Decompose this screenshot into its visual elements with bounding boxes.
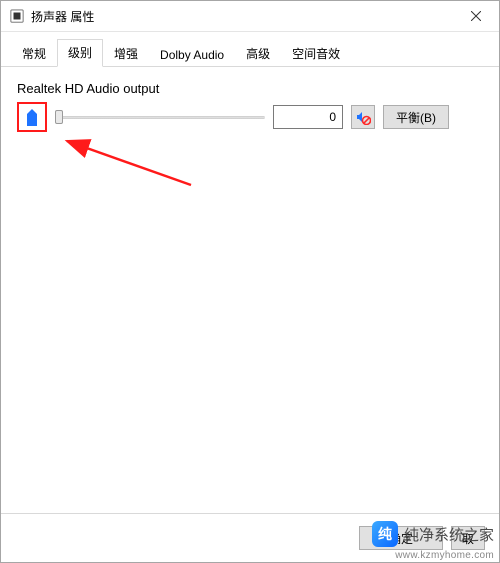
slider-thumb[interactable]	[55, 110, 63, 124]
volume-row: 平衡(B)	[17, 102, 483, 132]
mute-button[interactable]	[351, 105, 375, 129]
tab-general[interactable]: 常规	[11, 40, 57, 67]
tab-spatial-sound[interactable]: 空间音效	[281, 40, 351, 67]
volume-slider[interactable]	[55, 108, 265, 126]
tab-levels[interactable]: 级别	[57, 39, 103, 67]
tab-advanced[interactable]: 高级	[235, 40, 281, 67]
close-icon	[471, 11, 481, 21]
balance-button[interactable]: 平衡(B)	[383, 105, 449, 129]
tab-strip: 常规 级别 增强 Dolby Audio 高级 空间音效	[1, 32, 499, 67]
speaker-icon	[24, 108, 40, 126]
annotation-arrow	[61, 137, 201, 197]
ok-button[interactable]: 确定	[359, 526, 443, 550]
window-title: 扬声器 属性	[31, 8, 453, 25]
dialog-button-bar: 确定 取	[1, 513, 499, 562]
tab-enhancements[interactable]: 增强	[103, 40, 149, 67]
titlebar: 扬声器 属性	[1, 1, 499, 32]
slider-rail	[55, 116, 265, 119]
cancel-button[interactable]: 取	[451, 526, 485, 550]
properties-dialog: 扬声器 属性 常规 级别 增强 Dolby Audio 高级 空间音效 Real…	[0, 0, 500, 563]
speaker-muted-icon	[355, 109, 371, 125]
volume-value-input[interactable]	[273, 105, 343, 129]
levels-panel: Realtek HD Audio output 平衡(B)	[1, 67, 499, 513]
tab-dolby-audio[interactable]: Dolby Audio	[149, 43, 235, 67]
close-button[interactable]	[453, 1, 499, 31]
speaker-app-icon	[9, 8, 25, 24]
device-name-label: Realtek HD Audio output	[17, 81, 483, 96]
device-icon-highlighted	[17, 102, 47, 132]
